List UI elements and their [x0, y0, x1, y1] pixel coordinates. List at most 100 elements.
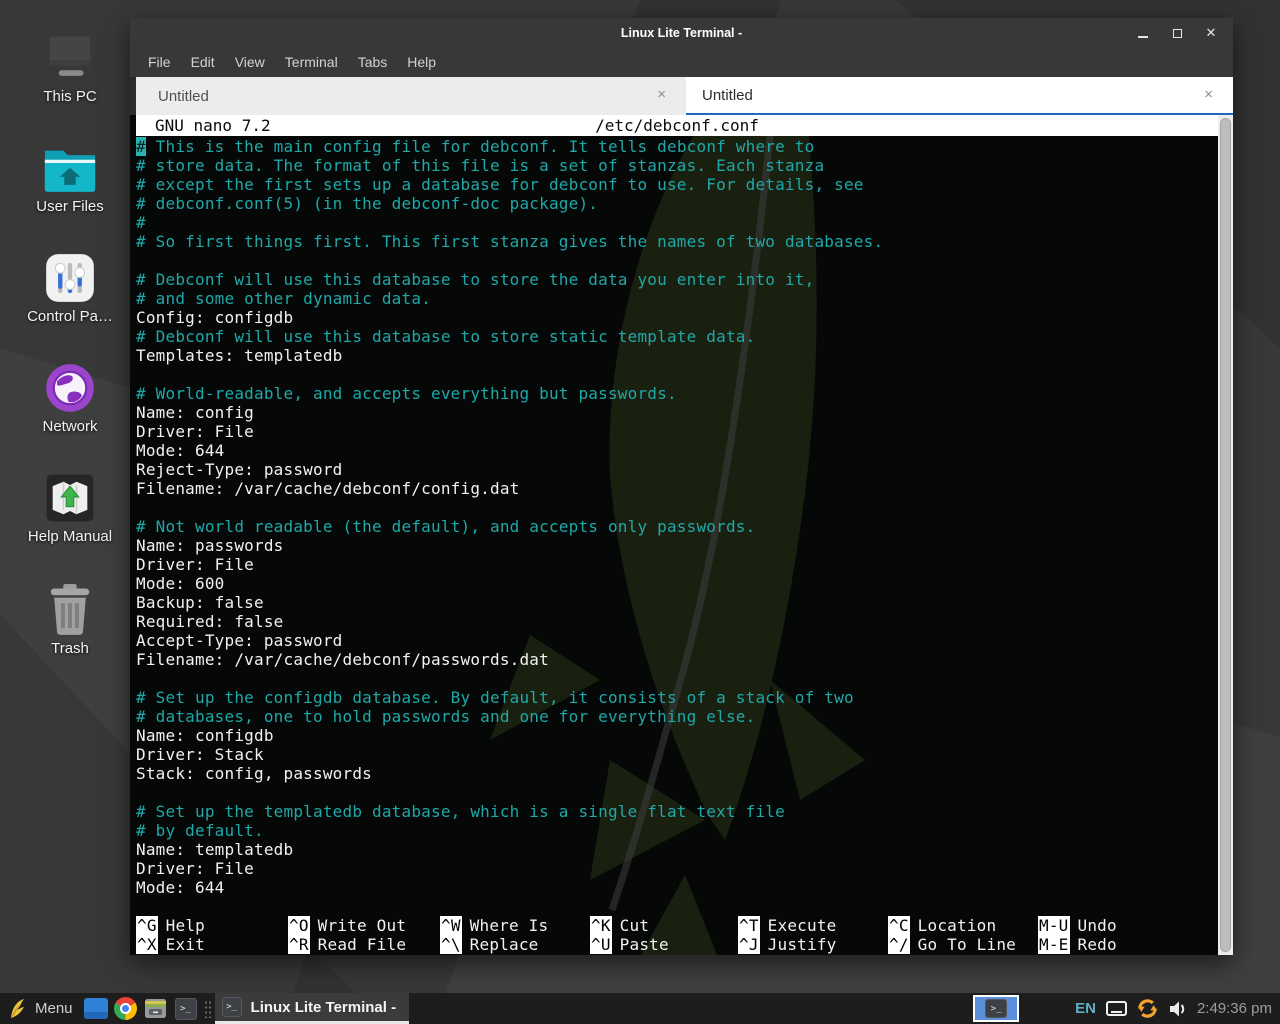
terminal-icon: >_: [175, 998, 197, 1020]
desktop-icon-label: Network: [10, 418, 130, 435]
scrollbar-track[interactable]: [1218, 115, 1233, 955]
nano-shortcut-replace: ^\Replace: [440, 935, 539, 954]
menu-item-terminal[interactable]: Terminal: [275, 48, 348, 77]
nano-shortcut-go-to-line: ^/Go To Line: [888, 935, 1016, 954]
menu-button[interactable]: Menu: [0, 993, 81, 1024]
desktop-icon-label: Trash: [10, 640, 130, 657]
terminal-content[interactable]: GNU nano 7.2 /etc/debconf.conf # This is…: [130, 115, 1233, 955]
tab-label: Untitled: [686, 87, 753, 104]
terminal-line: # Debconf will use this database to stor…: [136, 327, 1218, 346]
menu-item-view[interactable]: View: [225, 48, 275, 77]
menubar: FileEditViewTerminalTabsHelp: [130, 48, 1233, 77]
desktop-icon-this-pc[interactable]: This PC: [10, 22, 130, 126]
terminal-line: # Set up the templatedb database, which …: [136, 802, 1218, 821]
terminal-line: # except the first sets up a database fo…: [136, 175, 1218, 194]
terminal-line: # by default.: [136, 821, 1218, 840]
desktop-icon-network[interactable]: Network: [10, 352, 130, 456]
window-preview-button[interactable]: >_: [973, 995, 1019, 1022]
terminal-line: Driver: Stack: [136, 745, 1218, 764]
desktop-icon-help-manual[interactable]: Help Manual: [10, 462, 130, 566]
nano-shortcut-redo: M-ERedo: [1038, 935, 1117, 954]
window-titlebar[interactable]: Linux Lite Terminal - ✕: [130, 18, 1233, 48]
terminal-line: Backup: false: [136, 593, 1218, 612]
keyboard-layout-icon[interactable]: [1106, 1001, 1127, 1016]
terminal-line: [136, 783, 1218, 802]
nano-shortcut-where-is: ^WWhere Is: [440, 916, 548, 935]
terminal-line: Reject-Type: password: [136, 460, 1218, 479]
tab-close-icon[interactable]: ×: [657, 77, 666, 115]
desktop-icon-user-files[interactable]: User Files: [10, 132, 130, 236]
tab-untitled-1[interactable]: Untitled ×: [136, 77, 686, 115]
terminal-line: Driver: File: [136, 859, 1218, 878]
file-manager-launcher[interactable]: [141, 993, 171, 1024]
taskbar: Menu >_ >_: [0, 993, 1280, 1024]
window-title: Linux Lite Terminal -: [130, 18, 1233, 48]
terminal-line: Filename: /var/cache/debconf/passwords.d…: [136, 650, 1218, 669]
close-button[interactable]: ✕: [1201, 23, 1221, 43]
terminal-line: Required: false: [136, 612, 1218, 631]
nano-shortcut-undo: M-UUndo: [1038, 916, 1117, 935]
nano-shortcut-paste: ^UPaste: [590, 935, 669, 954]
nano-shortcut-read-file: ^RRead File: [288, 935, 406, 954]
language-indicator[interactable]: EN: [1075, 1000, 1096, 1017]
minimize-button[interactable]: [1133, 23, 1153, 43]
menu-item-help[interactable]: Help: [397, 48, 446, 77]
terminal-line: [136, 669, 1218, 688]
chrome-launcher[interactable]: [111, 993, 141, 1024]
terminal-line: Accept-Type: password: [136, 631, 1218, 650]
menu-item-tabs[interactable]: Tabs: [348, 48, 398, 77]
updates-tray-button[interactable]: [1136, 997, 1159, 1020]
terminal-line: Templates: templatedb: [136, 346, 1218, 365]
terminal-line: Name: config: [136, 403, 1218, 422]
menu-item-file[interactable]: File: [138, 48, 181, 77]
taskbar-handle[interactable]: [204, 1000, 212, 1018]
nano-shortcut-bar: ^GHelp^OWrite Out^WWhere Is^KCut^TExecut…: [136, 916, 1218, 954]
terminal-line: Driver: File: [136, 555, 1218, 574]
desktop-icon-control-panel[interactable]: Control Pa…: [10, 242, 130, 346]
scrollbar-thumb[interactable]: [1220, 118, 1231, 952]
terminal-line: Name: templatedb: [136, 840, 1218, 859]
terminal-icon: >_: [222, 997, 242, 1017]
terminal-line: # This is the main config file for debco…: [136, 137, 1218, 156]
terminal-window: Linux Lite Terminal - ✕ FileEditViewTerm…: [130, 18, 1233, 955]
terminal-line: Mode: 644: [136, 441, 1218, 460]
terminal-line: # Set up the configdb database. By defau…: [136, 688, 1218, 707]
desktop-icon-label: Control Pa…: [10, 308, 130, 325]
terminal-line: # store data. The format of this file is…: [136, 156, 1218, 175]
terminal-line: # World-readable, and accepts everything…: [136, 384, 1218, 403]
trash-icon: [10, 574, 130, 636]
control-panel-icon: [10, 242, 130, 304]
desktop: This PC User Files: [0, 0, 1280, 1024]
terminal-line: Stack: config, passwords: [136, 764, 1218, 783]
terminal-line: #: [136, 213, 1218, 232]
maximize-button[interactable]: [1167, 23, 1187, 43]
computer-icon: [10, 22, 130, 84]
menu-item-edit[interactable]: Edit: [181, 48, 225, 77]
terminal-line: [136, 251, 1218, 270]
terminal-line: [136, 498, 1218, 517]
volume-tray-button[interactable]: [1168, 999, 1188, 1019]
nano-file-path: /etc/debconf.conf: [136, 115, 1218, 136]
nano-shortcut-write-out: ^OWrite Out: [288, 916, 406, 935]
terminal-line: Driver: File: [136, 422, 1218, 441]
nano-shortcut-execute: ^TExecute: [738, 916, 837, 935]
terminal-launcher[interactable]: >_: [171, 993, 201, 1024]
terminal-line: # Debconf will use this database to stor…: [136, 270, 1218, 289]
nano-text-area[interactable]: # This is the main config file for debco…: [136, 137, 1218, 897]
terminal-line: Mode: 644: [136, 878, 1218, 897]
nano-shortcut-location: ^CLocation: [888, 916, 996, 935]
nano-shortcut-help: ^GHelp: [136, 916, 205, 935]
text-cursor: #: [136, 137, 146, 156]
tab-untitled-2[interactable]: Untitled ×: [686, 77, 1233, 115]
workspace-icon: [84, 998, 108, 1019]
tab-close-icon[interactable]: ×: [1204, 77, 1213, 115]
desktop-pager-button[interactable]: [81, 993, 111, 1024]
nano-shortcut-justify: ^JJustify: [738, 935, 837, 954]
window-task-button[interactable]: >_ Linux Lite Terminal -: [215, 993, 409, 1024]
terminal-line: Name: passwords: [136, 536, 1218, 555]
desktop-icon-trash[interactable]: Trash: [10, 574, 130, 678]
linux-lite-logo-icon: [8, 998, 28, 1020]
clock[interactable]: 2:49:36 pm: [1197, 1000, 1272, 1017]
terminal-line: # debconf.conf(5) (in the debconf-doc pa…: [136, 194, 1218, 213]
speaker-icon: [1168, 999, 1188, 1019]
